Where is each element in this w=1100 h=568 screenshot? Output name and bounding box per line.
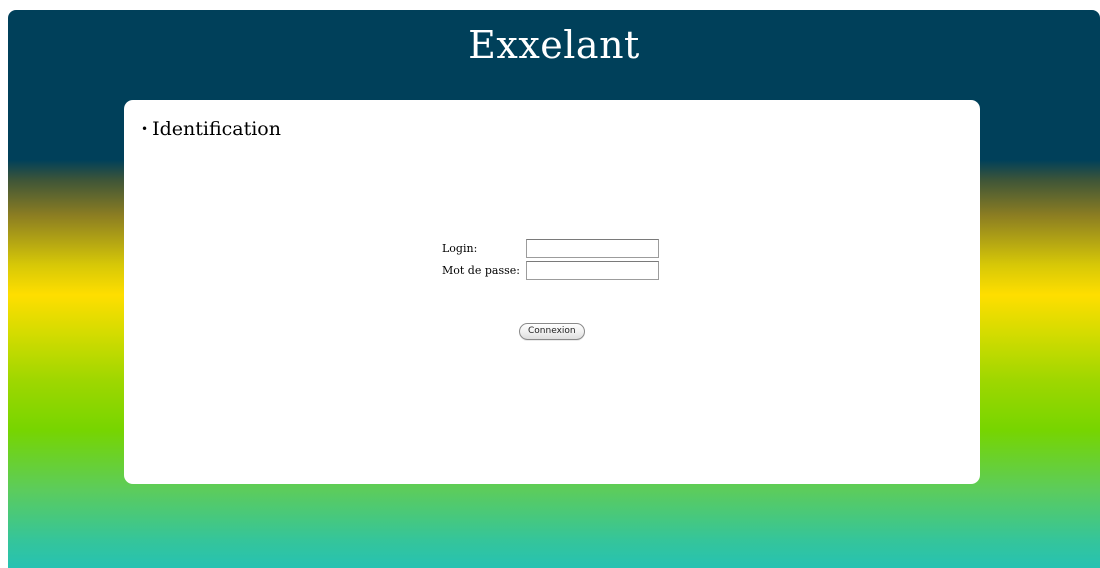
password-input[interactable] bbox=[526, 261, 659, 280]
connexion-button[interactable]: Connexion bbox=[519, 323, 585, 340]
submit-wrap: Connexion bbox=[519, 318, 585, 340]
panel-heading: • Identification bbox=[141, 117, 281, 141]
password-row: Mot de passe: bbox=[442, 260, 672, 282]
login-input[interactable] bbox=[526, 239, 659, 258]
app-viewport: Exxelant • Identification Login: Mot de p… bbox=[8, 10, 1100, 568]
login-form: Login: Mot de passe: bbox=[442, 238, 672, 282]
login-label: Login: bbox=[442, 242, 478, 255]
panel-heading-text: Identification bbox=[152, 118, 281, 140]
password-label: Mot de passe: bbox=[442, 264, 520, 277]
heading-bullet: • bbox=[141, 122, 149, 136]
login-panel: • Identification Login: Mot de passe: Con… bbox=[124, 100, 980, 484]
site-title: Exxelant bbox=[468, 23, 640, 67]
login-row: Login: bbox=[442, 238, 672, 260]
